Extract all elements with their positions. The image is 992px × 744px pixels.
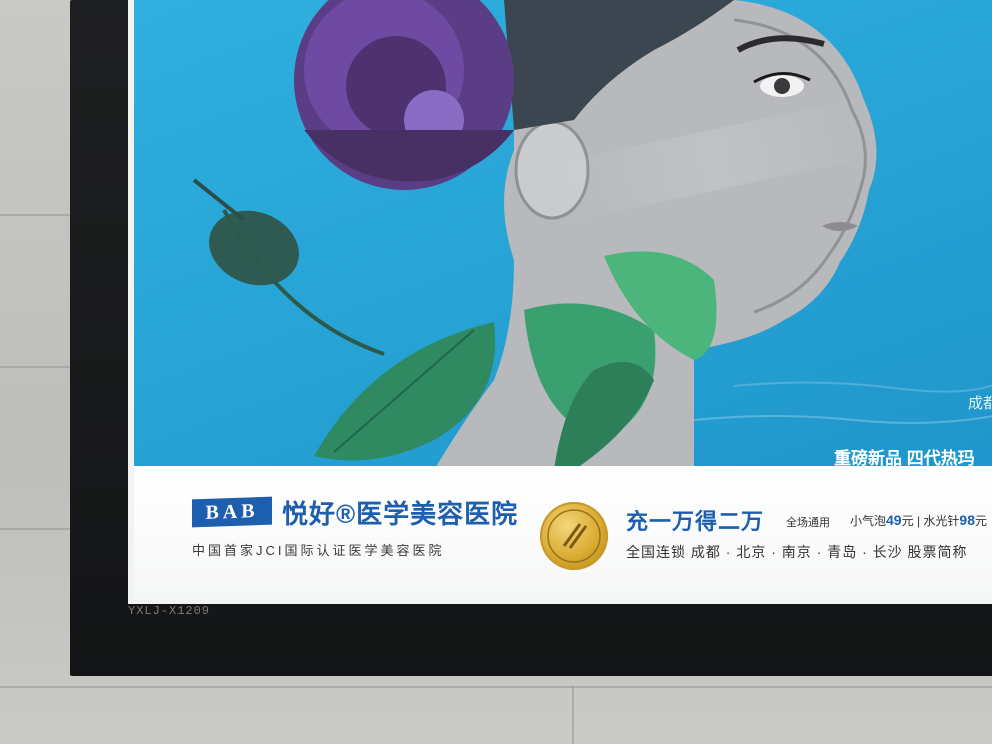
price-1-unit: 元 xyxy=(901,514,914,528)
branch-locations: 全国连锁 成都 · 北京 · 南京 · 青岛 · 长沙 股票简称 xyxy=(626,544,968,560)
partial-city-text: 成都 xyxy=(968,395,992,412)
brand-name: 悦好®医学美容医院 xyxy=(282,499,519,529)
offer-note: 全场通用 xyxy=(786,517,830,529)
frame-model-label: YXLJ-X1209 xyxy=(128,604,211,618)
jci-seal-icon xyxy=(540,502,608,570)
poster-artwork: 成都 xyxy=(134,0,992,470)
seal-emblem-icon xyxy=(547,509,601,563)
wall-tile-line xyxy=(0,528,70,530)
price-1-label: 小气泡 xyxy=(850,514,887,528)
price-1-value: 49 xyxy=(886,512,902,528)
offer-prices: 小气泡49元 | 水光针98元 xyxy=(850,512,987,529)
wall-tile-line xyxy=(572,686,574,744)
price-2-value: 98 xyxy=(959,512,975,528)
offer-headline: 充一万得二万 xyxy=(626,509,765,534)
photo-scene: 成都 重磅新品 四代热玛 BAB 悦好®医学美容医院 中国首家JCI国际认证医学… xyxy=(0,0,992,744)
poster-info-band: BAB 悦好®医学美容医院 中国首家JCI国际认证医学美容医院 充一万得二万 全… xyxy=(134,466,992,600)
price-2-label: 水光针 xyxy=(923,514,960,528)
wall-tile-line xyxy=(0,686,992,688)
brand-subtitle: 中国首家JCI国际认证医学美容医院 xyxy=(192,543,445,558)
brand-logo: BAB xyxy=(192,496,272,528)
wall-tile-line xyxy=(0,366,70,368)
price-2-unit: 元 xyxy=(975,514,988,528)
portrait-illustration xyxy=(192,0,992,470)
advertisement-poster: 成都 重磅新品 四代热玛 BAB 悦好®医学美容医院 中国首家JCI国际认证医学… xyxy=(134,0,992,600)
price-separator: | xyxy=(913,514,924,528)
wall-tile-line xyxy=(0,214,70,216)
